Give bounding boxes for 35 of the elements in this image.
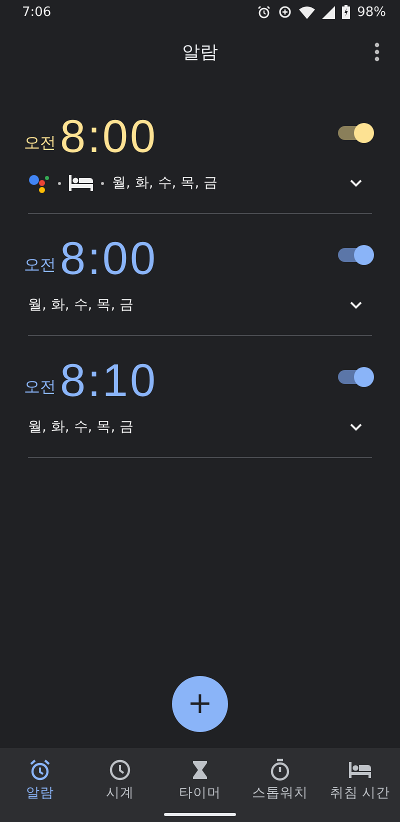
alarm-days: 월, 화, 수, 목, 금 — [28, 296, 134, 314]
stopwatch-icon — [268, 758, 292, 782]
nav-tab[interactable]: 시계 — [80, 758, 160, 802]
data-saver-icon — [278, 5, 292, 19]
expand-chevron-icon[interactable] — [350, 423, 362, 431]
more-options-icon[interactable] — [374, 42, 380, 62]
nav-tab[interactable]: 알람 — [0, 758, 80, 802]
expand-chevron-icon[interactable] — [350, 179, 362, 187]
signal-icon — [322, 6, 336, 18]
nav-tab[interactable]: 타이머 — [160, 758, 240, 802]
alarm-period: 오전 — [24, 377, 56, 398]
alarm-days: 월, 화, 수, 목, 금 — [28, 418, 134, 436]
alarm-days: 월, 화, 수, 목, 금 — [112, 174, 218, 192]
alarm-period: 오전 — [24, 133, 56, 154]
assistant-icon — [28, 173, 50, 193]
alarm-clock-icon — [257, 5, 272, 19]
expand-chevron-icon[interactable] — [350, 301, 362, 309]
battery-level: 98% — [357, 4, 386, 20]
alarm-time[interactable]: 8:10 — [60, 352, 158, 408]
alarm-time[interactable]: 8:00 — [60, 108, 158, 164]
clock-icon — [108, 758, 132, 782]
alarm-clock-icon — [28, 758, 52, 782]
wifi-icon — [299, 6, 316, 18]
status-time: 7:06 — [22, 4, 52, 20]
nav-tab[interactable]: 취침 시간 — [320, 758, 400, 802]
battery-charging-icon — [342, 5, 350, 19]
alarm-toggle[interactable] — [338, 126, 372, 140]
alarm-toggle[interactable] — [338, 248, 372, 262]
alarm-period: 오전 — [24, 255, 56, 276]
alarm-time[interactable]: 8:00 — [60, 230, 158, 286]
page-title: 알람 — [182, 41, 218, 64]
nav-tab[interactable]: 스톱워치 — [240, 758, 320, 802]
alarm-toggle[interactable] — [338, 370, 372, 384]
bed-icon — [69, 175, 93, 191]
add-alarm-button[interactable]: + — [172, 676, 228, 732]
